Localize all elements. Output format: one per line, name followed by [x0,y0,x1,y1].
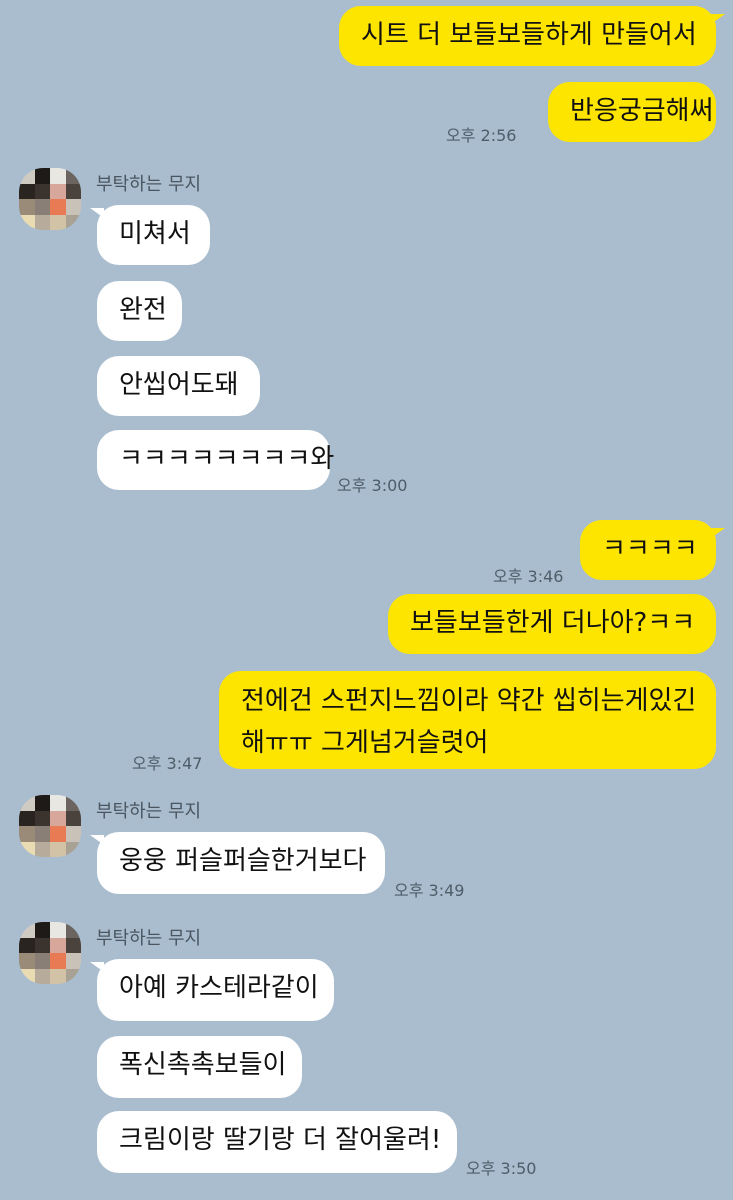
message-bubble-mine[interactable]: 전에건 스펀지느낌이라 약간 씹히는게있긴 해ㅠㅠ 그게넘거슬렷어 [219,671,716,769]
avatar[interactable] [19,795,81,857]
timestamp: 오후 3:46 [493,567,564,586]
message-bubble-other[interactable]: ㅋㅋㅋㅋㅋㅋㅋㅋ와 [97,430,334,490]
timestamp: 오후 3:00 [337,476,408,495]
timestamp: 오후 2:56 [446,126,517,145]
message-bubble-other[interactable]: 크림이랑 딸기랑 더 잘어울려! [97,1111,457,1173]
sender-name: 부탁하는 무지 [96,801,202,822]
timestamp: 오후 3:50 [466,1159,537,1178]
sender-name: 부탁하는 무지 [96,928,202,949]
message-bubble-other[interactable]: 웅웅 퍼슬퍼슬한거보다 [97,832,385,894]
message-bubble-mine[interactable]: 시트 더 보들보들하게 만들어서 [339,6,716,66]
message-line: 전에건 스펀지느낌이라 약간 씹히는게있긴 [241,686,697,716]
message-bubble-other[interactable]: 완전 [97,281,182,341]
bubble-tail [711,528,725,538]
message-bubble-other[interactable]: 안씹어도돼 [97,356,260,416]
message-bubble-mine[interactable]: 보들보들한게 더나아?ㅋㅋ [388,594,716,654]
bubble-tail [711,14,725,24]
message-bubble-mine[interactable]: 반응궁금해써 [548,82,716,142]
message-bubble-mine[interactable]: ㅋㅋㅋㅋ [580,520,716,580]
message-line: 해ㅠㅠ 그게넘거슬렷어 [241,728,489,758]
sender-name: 부탁하는 무지 [96,174,202,195]
avatar[interactable] [19,168,81,230]
message-bubble-other[interactable]: 미쳐서 [97,205,210,265]
chat-screen: { "colors": { "background": "#a9bdce", "… [0,0,733,1200]
timestamp: 오후 3:49 [394,881,465,900]
timestamp: 오후 3:47 [132,754,203,773]
message-bubble-other[interactable]: 아예 카스테라같이 [97,959,334,1021]
avatar[interactable] [19,922,81,984]
message-bubble-other[interactable]: 폭신촉촉보들이 [97,1036,302,1098]
